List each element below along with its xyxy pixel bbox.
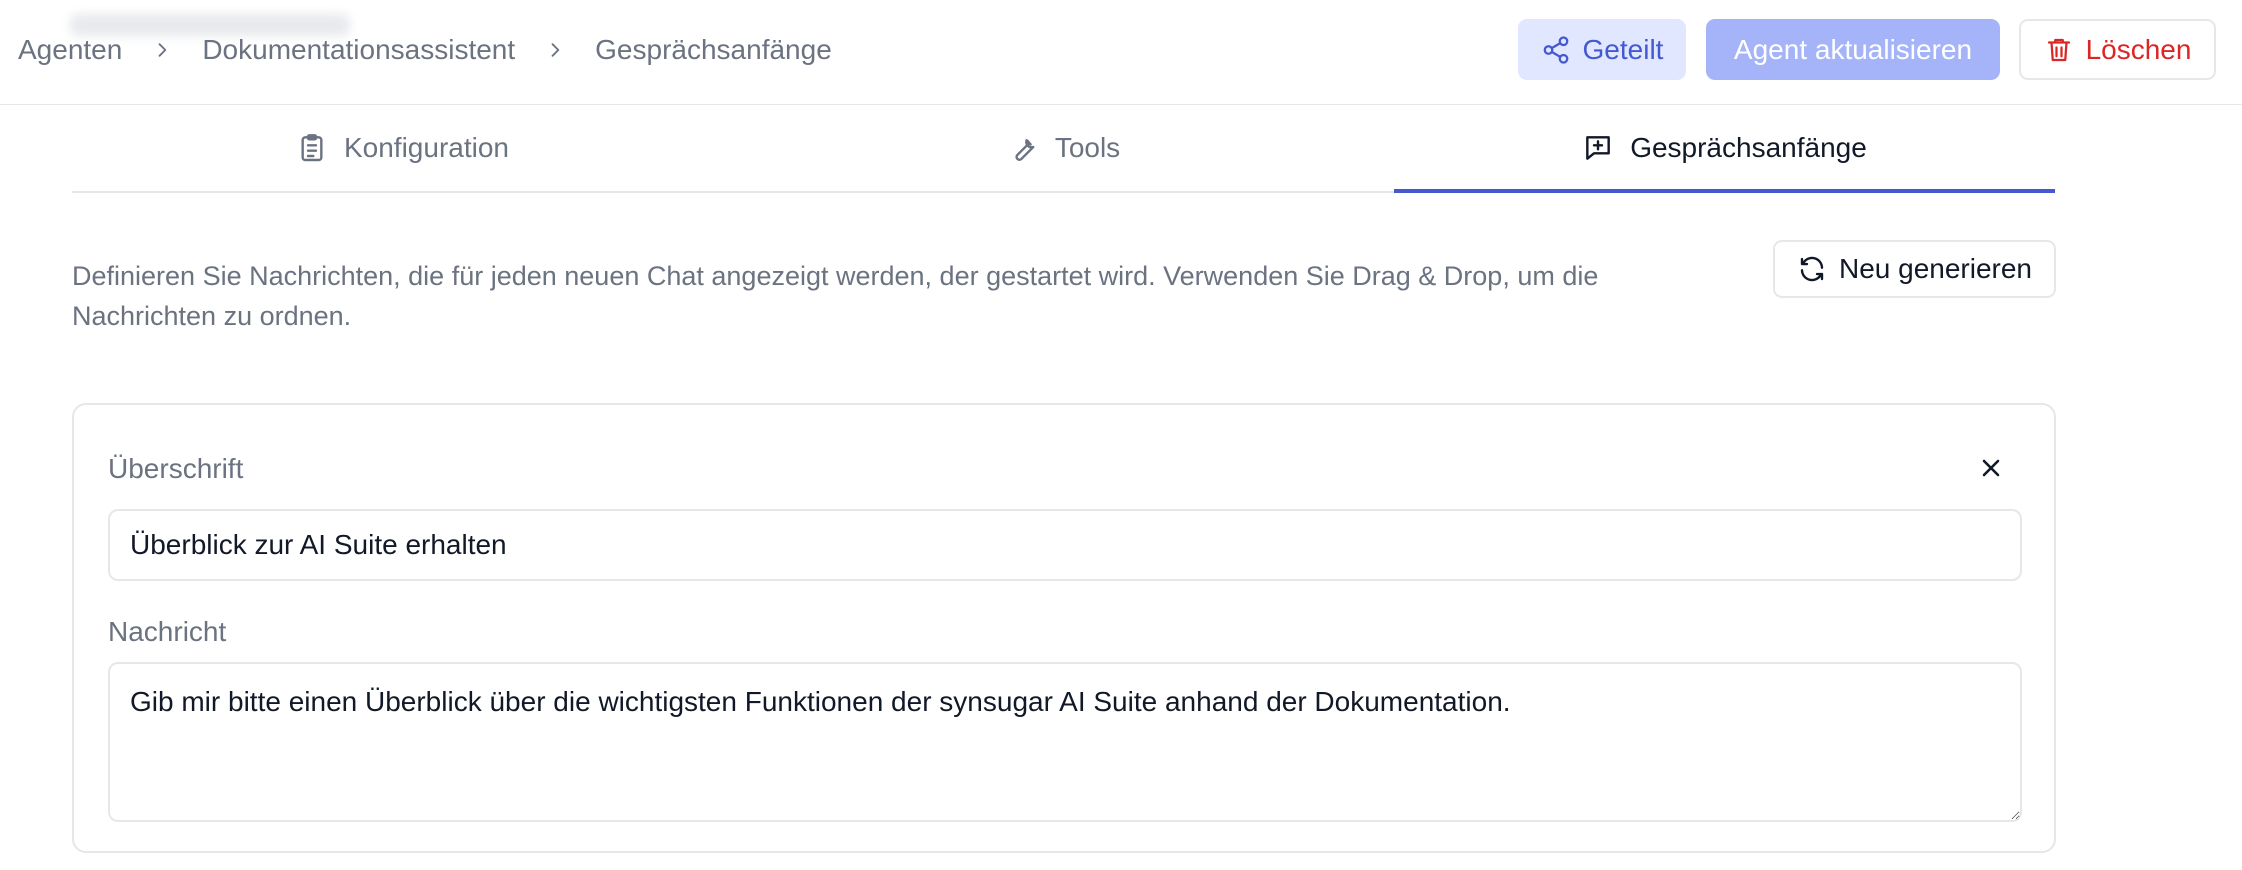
top-bar: Agenten Dokumentationsassistent Gespräch… — [0, 0, 2242, 105]
wrench-icon — [1007, 132, 1039, 164]
message-label: Nachricht — [108, 616, 227, 647]
starters-description: Definieren Sie Nachrichten, die für jede… — [72, 261, 1599, 331]
conversation-starter-card[interactable]: Überschrift Nachricht Gib mir bitte eine… — [72, 403, 2056, 853]
breadcrumb-item-agents[interactable]: Agenten — [18, 34, 122, 66]
breadcrumb: Agenten Dokumentationsassistent Gespräch… — [18, 28, 832, 72]
regenerate-button[interactable]: Neu generieren — [1773, 240, 2056, 298]
shared-button-label: Geteilt — [1582, 33, 1664, 65]
message-textarea[interactable]: Gib mir bitte einen Überblick über die w… — [108, 662, 2022, 822]
update-agent-button-label: Agent aktualisieren — [1733, 33, 1973, 65]
tab-tools[interactable]: Tools — [733, 105, 1394, 191]
agent-tabs: Konfiguration Tools Gesprächsanfänge — [72, 105, 2055, 193]
clipboard-icon — [296, 132, 328, 164]
breadcrumb-item-agent[interactable]: Dokumentationsassistent — [202, 34, 515, 66]
delete-button-label: Löschen — [2085, 33, 2192, 65]
delete-button[interactable]: Löschen — [2019, 19, 2216, 80]
regenerate-button-label: Neu generieren — [1838, 253, 2033, 284]
tab-configuration-label: Konfiguration — [343, 132, 509, 163]
share-icon — [1541, 35, 1571, 65]
shared-button[interactable]: Geteilt — [1518, 19, 1686, 80]
heading-input[interactable] — [108, 509, 2022, 581]
close-icon — [1982, 459, 2000, 477]
tab-tools-label: Tools — [1054, 132, 1121, 163]
tab-conversation-starters-label: Gesprächsanfänge — [1630, 132, 1867, 163]
tab-configuration[interactable]: Konfiguration — [72, 105, 733, 191]
remove-starter-button[interactable] — [1974, 451, 2008, 485]
trash-icon — [2044, 35, 2074, 65]
refresh-icon — [1797, 254, 1827, 284]
update-agent-button[interactable]: Agent aktualisieren — [1706, 19, 2000, 80]
message-plus-icon — [1582, 132, 1614, 164]
chevron-right-icon — [152, 40, 172, 60]
chevron-right-icon — [545, 40, 565, 60]
heading-label: Überschrift — [108, 453, 244, 484]
tab-conversation-starters[interactable]: Gesprächsanfänge — [1394, 105, 2055, 193]
breadcrumb-item-current: Gesprächsanfänge — [595, 34, 832, 65]
